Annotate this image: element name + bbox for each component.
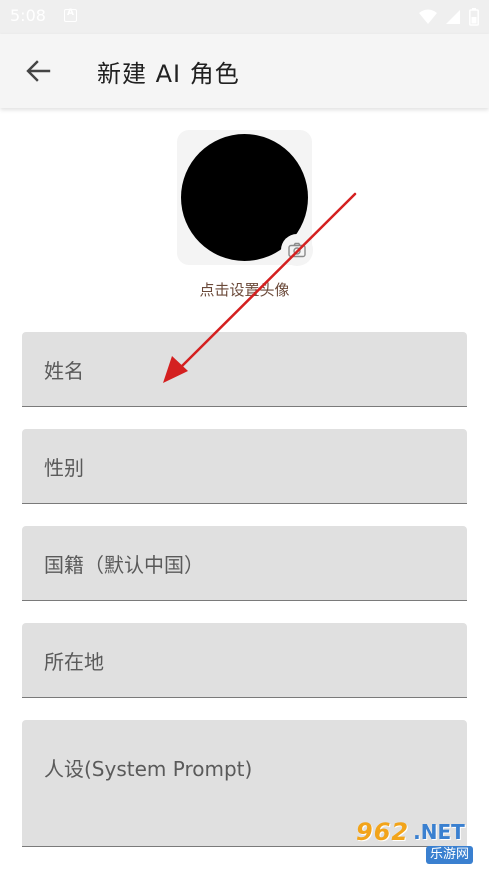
signal-icon	[446, 10, 460, 24]
notification-icon	[64, 8, 77, 22]
gender-field-label: 性别	[44, 456, 84, 480]
camera-icon	[288, 242, 306, 258]
battery-icon	[469, 8, 479, 26]
page-title: 新建 AI 角色	[97, 60, 240, 88]
back-button[interactable]	[18, 53, 58, 89]
gender-field[interactable]: 性别	[22, 429, 467, 504]
location-field-label: 所在地	[44, 650, 104, 674]
status-bar: 5:08	[0, 0, 489, 34]
avatar-picker[interactable]	[177, 130, 313, 266]
system-prompt-field-label: 人设(System Prompt)	[44, 757, 253, 781]
status-icons	[419, 8, 479, 26]
nationality-field-label: 国籍（默认中国）	[44, 553, 204, 577]
watermark-logo: 962 .NET 乐游网	[348, 817, 483, 865]
app-bar: 新建 AI 角色	[0, 34, 489, 108]
location-field[interactable]: 所在地	[22, 623, 467, 698]
arrow-back-icon	[26, 60, 51, 82]
name-field[interactable]: 姓名	[22, 332, 467, 407]
watermark-number: 962	[356, 818, 410, 846]
camera-badge[interactable]	[281, 234, 313, 266]
status-time: 5:08	[10, 6, 46, 25]
wifi-icon	[419, 9, 437, 24]
avatar-caption[interactable]: 点击设置头像	[0, 279, 489, 300]
watermark-net: .NET	[413, 820, 465, 844]
name-field-label: 姓名	[44, 359, 84, 383]
watermark-site: 乐游网	[426, 846, 474, 864]
nationality-field[interactable]: 国籍（默认中国）	[22, 526, 467, 601]
